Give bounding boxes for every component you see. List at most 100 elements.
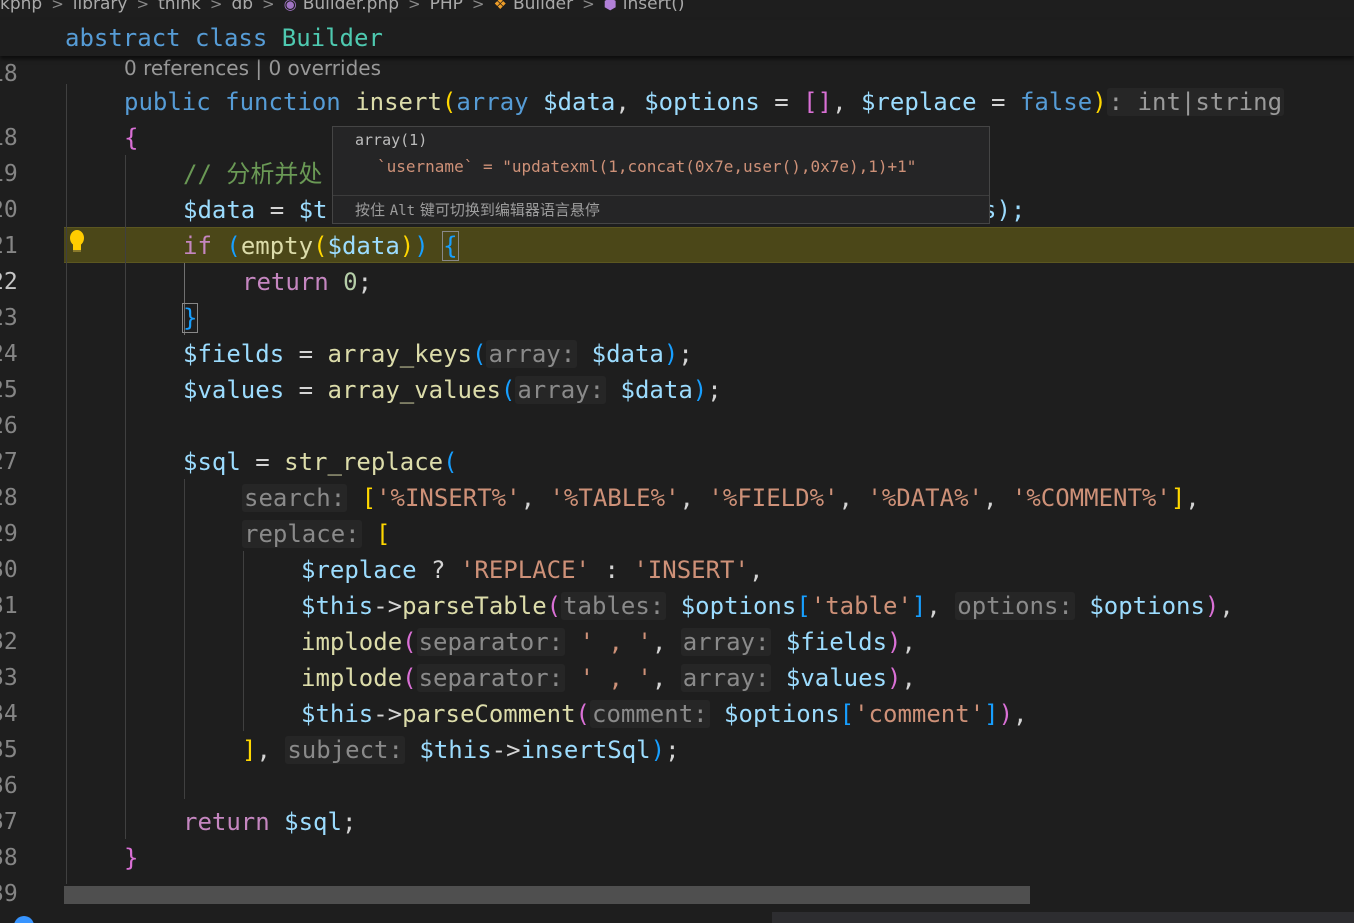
function-name: implode [301,664,403,692]
variable: $fields [785,628,888,656]
parameter-hint: array: [486,340,578,368]
string: 'table' [810,592,912,620]
code-line-33[interactable]: 33 implode(separator: ' , ', array: $fie… [0,624,1354,691]
code-line-27[interactable]: 27 [0,408,1354,475]
code-editor[interactable]: kphp > library > think > db > ◉ Builder.p… [0,0,1354,923]
code-line-34[interactable]: 34 implode(separator: ' , ', array: $val… [0,660,1354,727]
code-line-23[interactable]: 23 return 0; [0,264,1354,331]
chevron-right-icon: > [262,0,275,13]
parameter-hint: separator: [416,628,566,656]
code-line-35[interactable]: 35 $this->parseComment(comment: $options… [0,696,1354,763]
code-line-18[interactable]: 18 public function insert(array $data, $… [0,84,1354,151]
string: ' , ' [579,628,652,656]
property: insertSql [520,736,651,764]
code-line-39[interactable]: 39 } [0,840,1354,907]
line-code: return $sql; [183,808,357,836]
hover-type-label[interactable]: array(1) [355,131,427,149]
breadcrumb-item-php[interactable]: PHP [430,0,463,14]
function-name: str_replace [284,448,444,476]
breadcrumb-item-think[interactable]: think [158,0,201,14]
breadcrumb-item-builder-class[interactable]: ❖ Builder [493,0,573,14]
sticky-scroll[interactable]: 18 abstract class Builder [0,20,1354,87]
codelens-references[interactable]: 0 references | 0 overrides [124,54,381,82]
method-icon: ⬢ [603,0,617,13]
variable: $replace [301,556,417,584]
code-line-25[interactable]: 25 $fields = array_keys(array: $data); [0,336,1354,403]
parameter-hint: tables: [561,592,667,620]
variable: $data [543,88,616,116]
line-code: $data = $t [183,192,328,228]
line-code: $replace ? 'REPLACE' : 'INSERT', [301,556,764,584]
breadcrumb-item-library[interactable]: library [73,0,128,14]
breadcrumb-label: db [231,0,254,14]
breadcrumb-label: insert() [622,0,685,14]
lightbulb-icon[interactable] [66,228,88,258]
variable: $t [298,196,328,224]
hover-array-entry[interactable]: `username` = "updatexml(1,concat(0x7e,us… [377,157,916,176]
paren: ( [500,376,516,404]
variable: $this [301,592,374,620]
function-name: array_values [327,376,501,404]
line-code: } [181,300,199,336]
breadcrumb-item-insert-method[interactable]: ⬢ insert() [604,0,685,14]
horizontal-scrollbar-thumb[interactable] [64,886,1030,904]
code-line-28[interactable]: 28 $sql = str_replace( [0,444,1354,511]
variable: $data [327,232,400,260]
code-line-26[interactable]: 26 $values = array_values(array: $data); [0,372,1354,439]
string: '%DATA%' [867,484,983,512]
breadcrumb-label: Builder.php [302,0,400,14]
variable: $options [644,88,760,116]
code-line-36[interactable]: 36 ], subject: $this->insertSql); [0,732,1354,799]
parameter-hint: array: [680,664,772,692]
line-code: } [124,840,138,876]
variable: $options [1089,592,1205,620]
paren: ( [575,700,590,728]
hint-key: Alt [389,203,416,219]
sticky-line[interactable]: 18 abstract class Builder [0,20,1354,87]
string: '%FIELD%' [708,484,839,512]
keyword: public [124,88,211,116]
variable: $sql [284,808,342,836]
debug-hover-popup[interactable]: array(1) `username` = "updatexml(1,conca… [332,126,990,224]
variable: $this [301,700,374,728]
variable: $replace [860,88,977,116]
paren: ) [663,340,679,368]
breadcrumb-item-kphp[interactable]: kphp [0,0,42,14]
bracket: [ [376,520,391,548]
code-line-32[interactable]: 32 $this->parseTable(tables: $options['t… [0,588,1354,655]
chevron-right-icon: > [51,0,64,13]
code-line-38[interactable]: 38 return $sql; [0,804,1354,871]
type: array [456,88,529,116]
code-line-31[interactable]: 31 $replace ? 'REPLACE' : 'INSERT', [0,552,1354,619]
breadcrumb-label: think [158,0,201,14]
breadcrumb-label: kphp [0,0,43,14]
paren: ( [402,664,417,692]
bracket: [ [839,700,855,728]
variable: $options [724,700,840,728]
code-line-37[interactable]: 37 [0,768,1354,835]
code-line-30[interactable]: 30 replace: [ [0,516,1354,583]
string: 'comment' [854,700,985,728]
variable: $data [620,376,693,404]
breadcrumb-item-builder-php[interactable]: ◉ Builder.php [284,0,399,14]
parameter-hint: subject: [285,736,405,764]
hover-hint-text: 按住 Alt 键可切换到编辑器语言悬停 [355,199,600,220]
breadcrumb-label: PHP [429,0,463,14]
code-line-22[interactable]: 22 if (empty($data)) { [0,228,1354,295]
bracket: [ [361,484,377,512]
code-line-24[interactable]: 24 } [0,300,1354,367]
parameter-hint: array: [515,376,607,404]
string: 'INSERT' [633,556,749,584]
code-line-29[interactable]: 29 search: ['%INSERT%', '%TABLE%', '%FIE… [0,480,1354,547]
string: '%TABLE%' [549,484,680,512]
brace: } [124,844,139,872]
keyword: return [183,808,270,836]
variable: $options [680,592,797,620]
breadcrumb-item-db[interactable]: db [231,0,253,14]
variable: $this [419,736,492,764]
line-code: implode(separator: ' , ', array: $fields… [301,628,916,656]
parameter-hint: options: [955,592,1075,620]
line-code: public function insert(array $data, $opt… [124,88,1285,116]
line-code: replace: [ [242,516,391,552]
php-file-icon: ◉ [283,0,297,13]
